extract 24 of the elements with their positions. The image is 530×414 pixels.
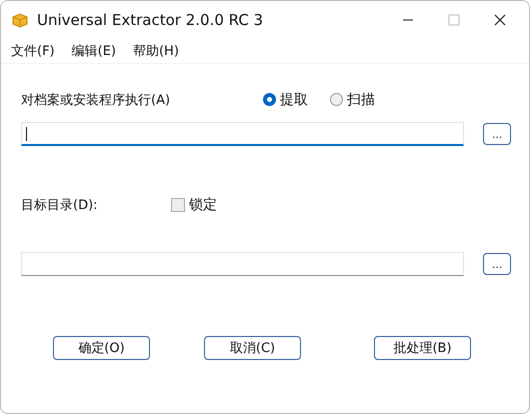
source-label: 对档案或安装程序执行(A) [21,92,172,108]
input-field[interactable] [21,122,464,146]
text-caret-icon [26,126,27,140]
menu-item[interactable]: 编辑(E) [72,42,116,60]
box-icon [11,11,29,29]
close-icon[interactable] [494,14,506,26]
menu-item[interactable]: 文件(F) [11,42,55,60]
window-title: Universal Extractor 2.0.0 RC 3 [37,11,264,29]
dialog-button[interactable]: 批处理(B) [374,336,471,360]
mode-radio[interactable]: 提取 [263,90,308,108]
checkbox[interactable] [171,198,185,212]
dialog-button[interactable]: 确定(O) [53,336,150,360]
checkbox-label: 锁定 [189,196,217,214]
radio-icon[interactable] [330,93,343,106]
radio-label: 扫描 [347,90,375,108]
dialog-button[interactable]: 取消(C) [204,336,301,360]
menu-item[interactable]: 帮助(H) [132,42,179,60]
browse-button[interactable]: ... [483,253,511,275]
browse-button[interactable]: ... [483,123,511,145]
radio-label: 提取 [280,90,308,108]
mode-radio[interactable]: 扫描 [330,90,375,108]
radio-icon[interactable] [263,93,276,106]
destination-label: 目标目录(D): [21,196,99,214]
input-field[interactable] [21,252,464,276]
